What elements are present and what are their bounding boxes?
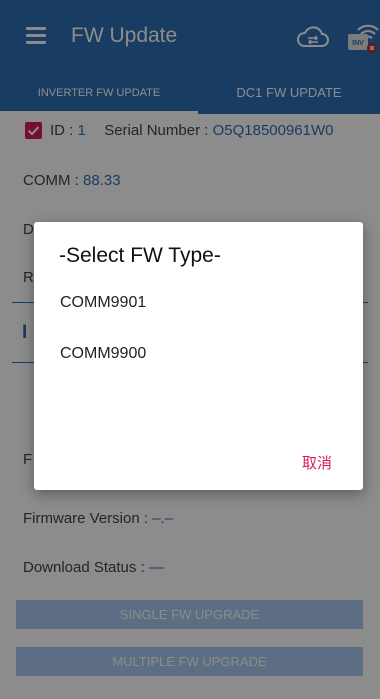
fw-option-comm9901[interactable]: COMM9901 xyxy=(60,294,146,312)
fw-option-comm9900[interactable]: COMM9900 xyxy=(60,345,146,363)
select-fw-type-dialog: -Select FW Type- COMM9901 COMM9900 取消 xyxy=(34,222,363,490)
cancel-button[interactable]: 取消 xyxy=(302,452,332,473)
dialog-title: -Select FW Type- xyxy=(59,244,221,267)
